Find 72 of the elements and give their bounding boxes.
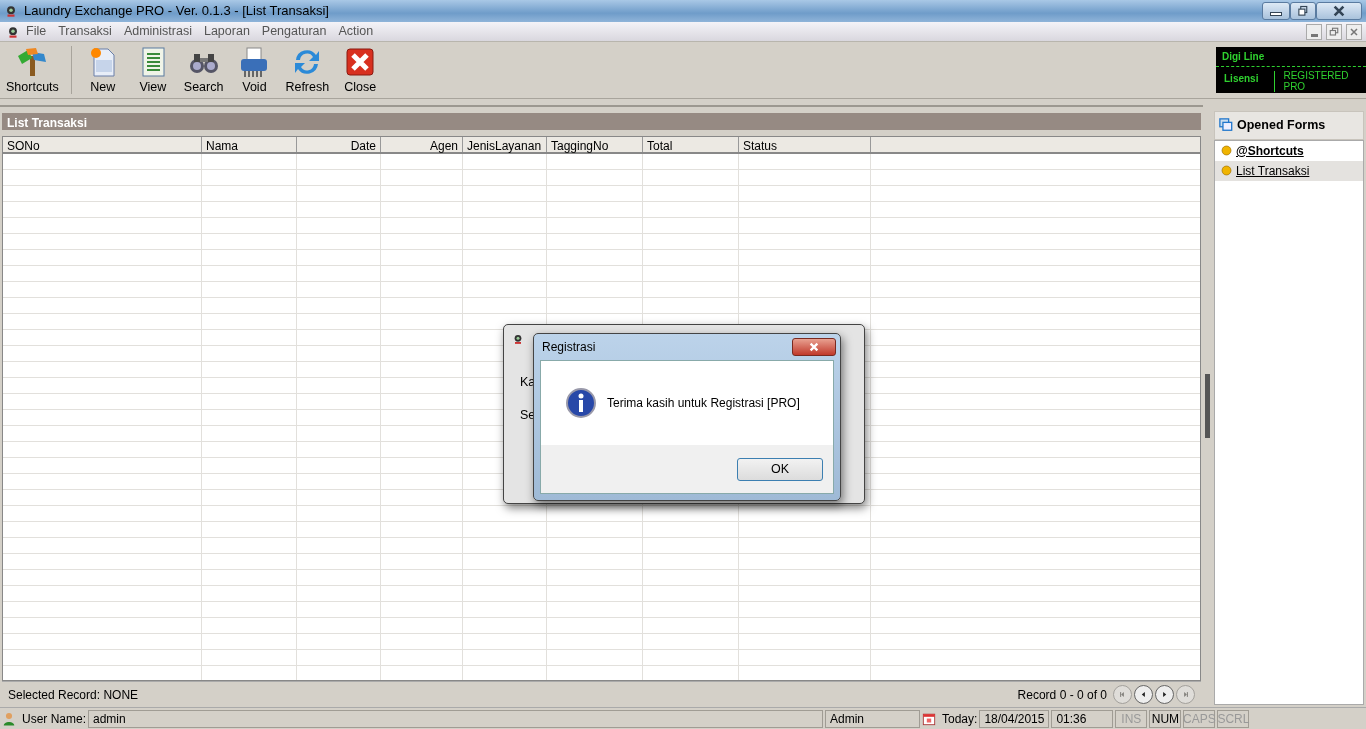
toolbar-button[interactable]: View [127, 42, 178, 97]
close-icon [1332, 4, 1346, 18]
today-label: Today: [942, 710, 978, 728]
selected-record-text: Selected Record: NONE [8, 686, 139, 704]
menu-item[interactable]: File [20, 22, 53, 41]
toolbar-button[interactable]: New [77, 42, 128, 97]
close-icon [1348, 25, 1360, 38]
minimize-button[interactable] [1262, 2, 1290, 20]
dialog-title: Registrasi [542, 339, 596, 356]
column-header[interactable]: Status [739, 137, 871, 152]
toolbar-button[interactable]: Search [177, 42, 230, 97]
toolbar-button[interactable]: Refresh [279, 42, 336, 97]
user-name-field: admin [88, 709, 823, 728]
opened-form-item[interactable]: List Transaksi [1215, 160, 1363, 181]
panel-title: Opened Forms [1237, 117, 1326, 134]
column-header[interactable]: Agen [381, 137, 463, 152]
column-header[interactable]: TaggingNo [547, 137, 643, 152]
record-count: Record 0 - 0 of 0 [1017, 686, 1107, 704]
close-button[interactable] [1316, 2, 1362, 20]
column-header[interactable]: JenisLayanan [463, 137, 547, 152]
column-header[interactable]: Total [643, 137, 739, 152]
calendar-icon [922, 711, 936, 726]
mdi-minimize-button[interactable] [1306, 23, 1322, 40]
ok-button[interactable]: OK [737, 457, 823, 481]
menu-item[interactable]: Administrasi [117, 22, 198, 41]
user-name-label: User Name: [22, 710, 86, 728]
splitter-handle-icon[interactable] [1205, 374, 1210, 438]
license-label: Lisensi [1224, 72, 1259, 86]
column-header[interactable]: Date [297, 137, 381, 152]
key-indicator: CAPS [1183, 709, 1216, 728]
prev-record-button[interactable] [1134, 685, 1153, 704]
toolbar-button[interactable]: Close [335, 42, 386, 97]
window-title: Laundry Exchange PRO - Ver. 0.1.3 - [List Transaksi] [24, 2, 329, 21]
bullet-icon [1221, 145, 1232, 157]
user-icon [2, 710, 16, 727]
menu-item[interactable]: Laporan [197, 22, 256, 41]
menu-item[interactable]: Transaksi [52, 22, 118, 41]
mdi-restore-button[interactable] [1326, 23, 1342, 40]
restore-icon [1328, 25, 1340, 38]
license-value: REGISTERED PRO [1274, 71, 1355, 92]
role-field: Admin [825, 709, 920, 728]
next-record-button[interactable] [1155, 685, 1174, 704]
app-icon [4, 4, 18, 18]
minimize-icon [1310, 34, 1318, 37]
close-icon [808, 341, 820, 353]
signpost-icon [16, 46, 49, 78]
key-indicator: NUM [1149, 709, 1182, 728]
dialog-close-button[interactable] [792, 338, 836, 356]
toolbar-button[interactable]: Shortcuts [0, 42, 65, 97]
key-indicator: SCRL [1217, 709, 1250, 728]
opened-form-item[interactable]: @Shortcuts [1215, 140, 1363, 161]
mdi-close-button[interactable] [1346, 23, 1362, 40]
toolbar-button[interactable]: Void [229, 42, 280, 97]
date-field: 18/04/2015 [979, 709, 1050, 728]
panel-title: List Transaksi [2, 113, 1201, 130]
windows-icon [1219, 118, 1233, 133]
key-indicator: INS [1115, 709, 1148, 728]
app-icon [512, 332, 524, 345]
minimize-icon [1270, 12, 1282, 16]
close-icon [344, 46, 377, 78]
column-header[interactable]: SONo [3, 137, 202, 152]
info-icon [565, 387, 597, 419]
restore-button[interactable] [1290, 2, 1316, 20]
column-header[interactable]: Nama [202, 137, 297, 152]
time-field: 01:36 [1051, 709, 1114, 728]
dialog-message: Terima kasih untuk Registrasi [PRO] [607, 395, 800, 412]
bullet-icon [1221, 165, 1232, 177]
app-icon [6, 24, 20, 39]
menu-item[interactable]: Action [332, 22, 380, 41]
menu-item[interactable]: Pengaturan [255, 22, 333, 41]
restore-icon [1297, 5, 1309, 17]
license-product: Digi Line [1216, 47, 1366, 67]
